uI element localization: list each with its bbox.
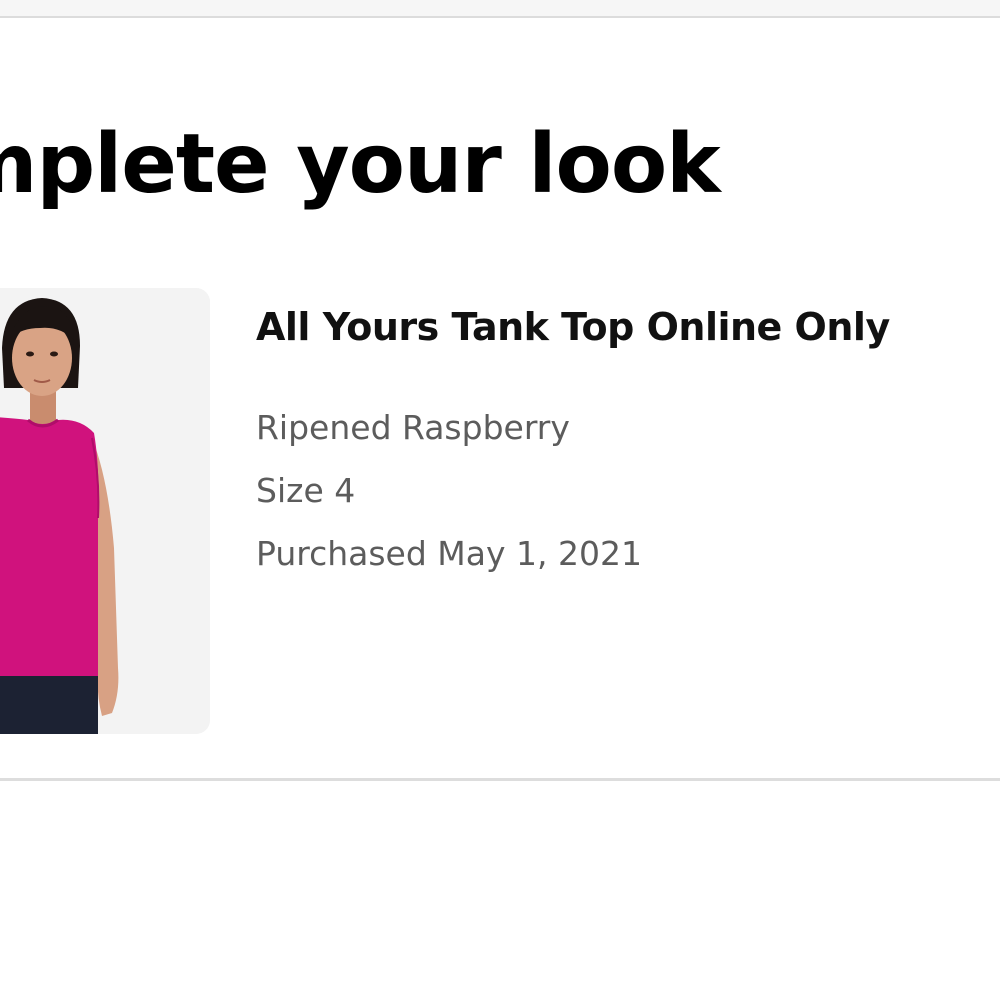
product-info: All Yours Tank Top Online Only Ripened R…	[256, 298, 996, 585]
product-color: Ripened Raspberry	[256, 408, 570, 447]
product-size: Size 4	[256, 471, 356, 510]
page: mplete your look All Yours Tank Top Onli…	[0, 0, 1000, 1000]
product-name[interactable]: All Yours Tank Top Online Only	[256, 298, 996, 356]
purchase-date: Purchased May 1, 2021	[256, 534, 642, 573]
bottom-divider	[0, 778, 1000, 781]
section-title: mplete your look	[0, 117, 721, 212]
product-photo-icon	[0, 288, 210, 734]
product-details: Ripened Raspberry Size 4 Purchased May 1…	[256, 396, 996, 585]
top-divider	[0, 0, 1000, 18]
product-image[interactable]	[0, 288, 210, 734]
